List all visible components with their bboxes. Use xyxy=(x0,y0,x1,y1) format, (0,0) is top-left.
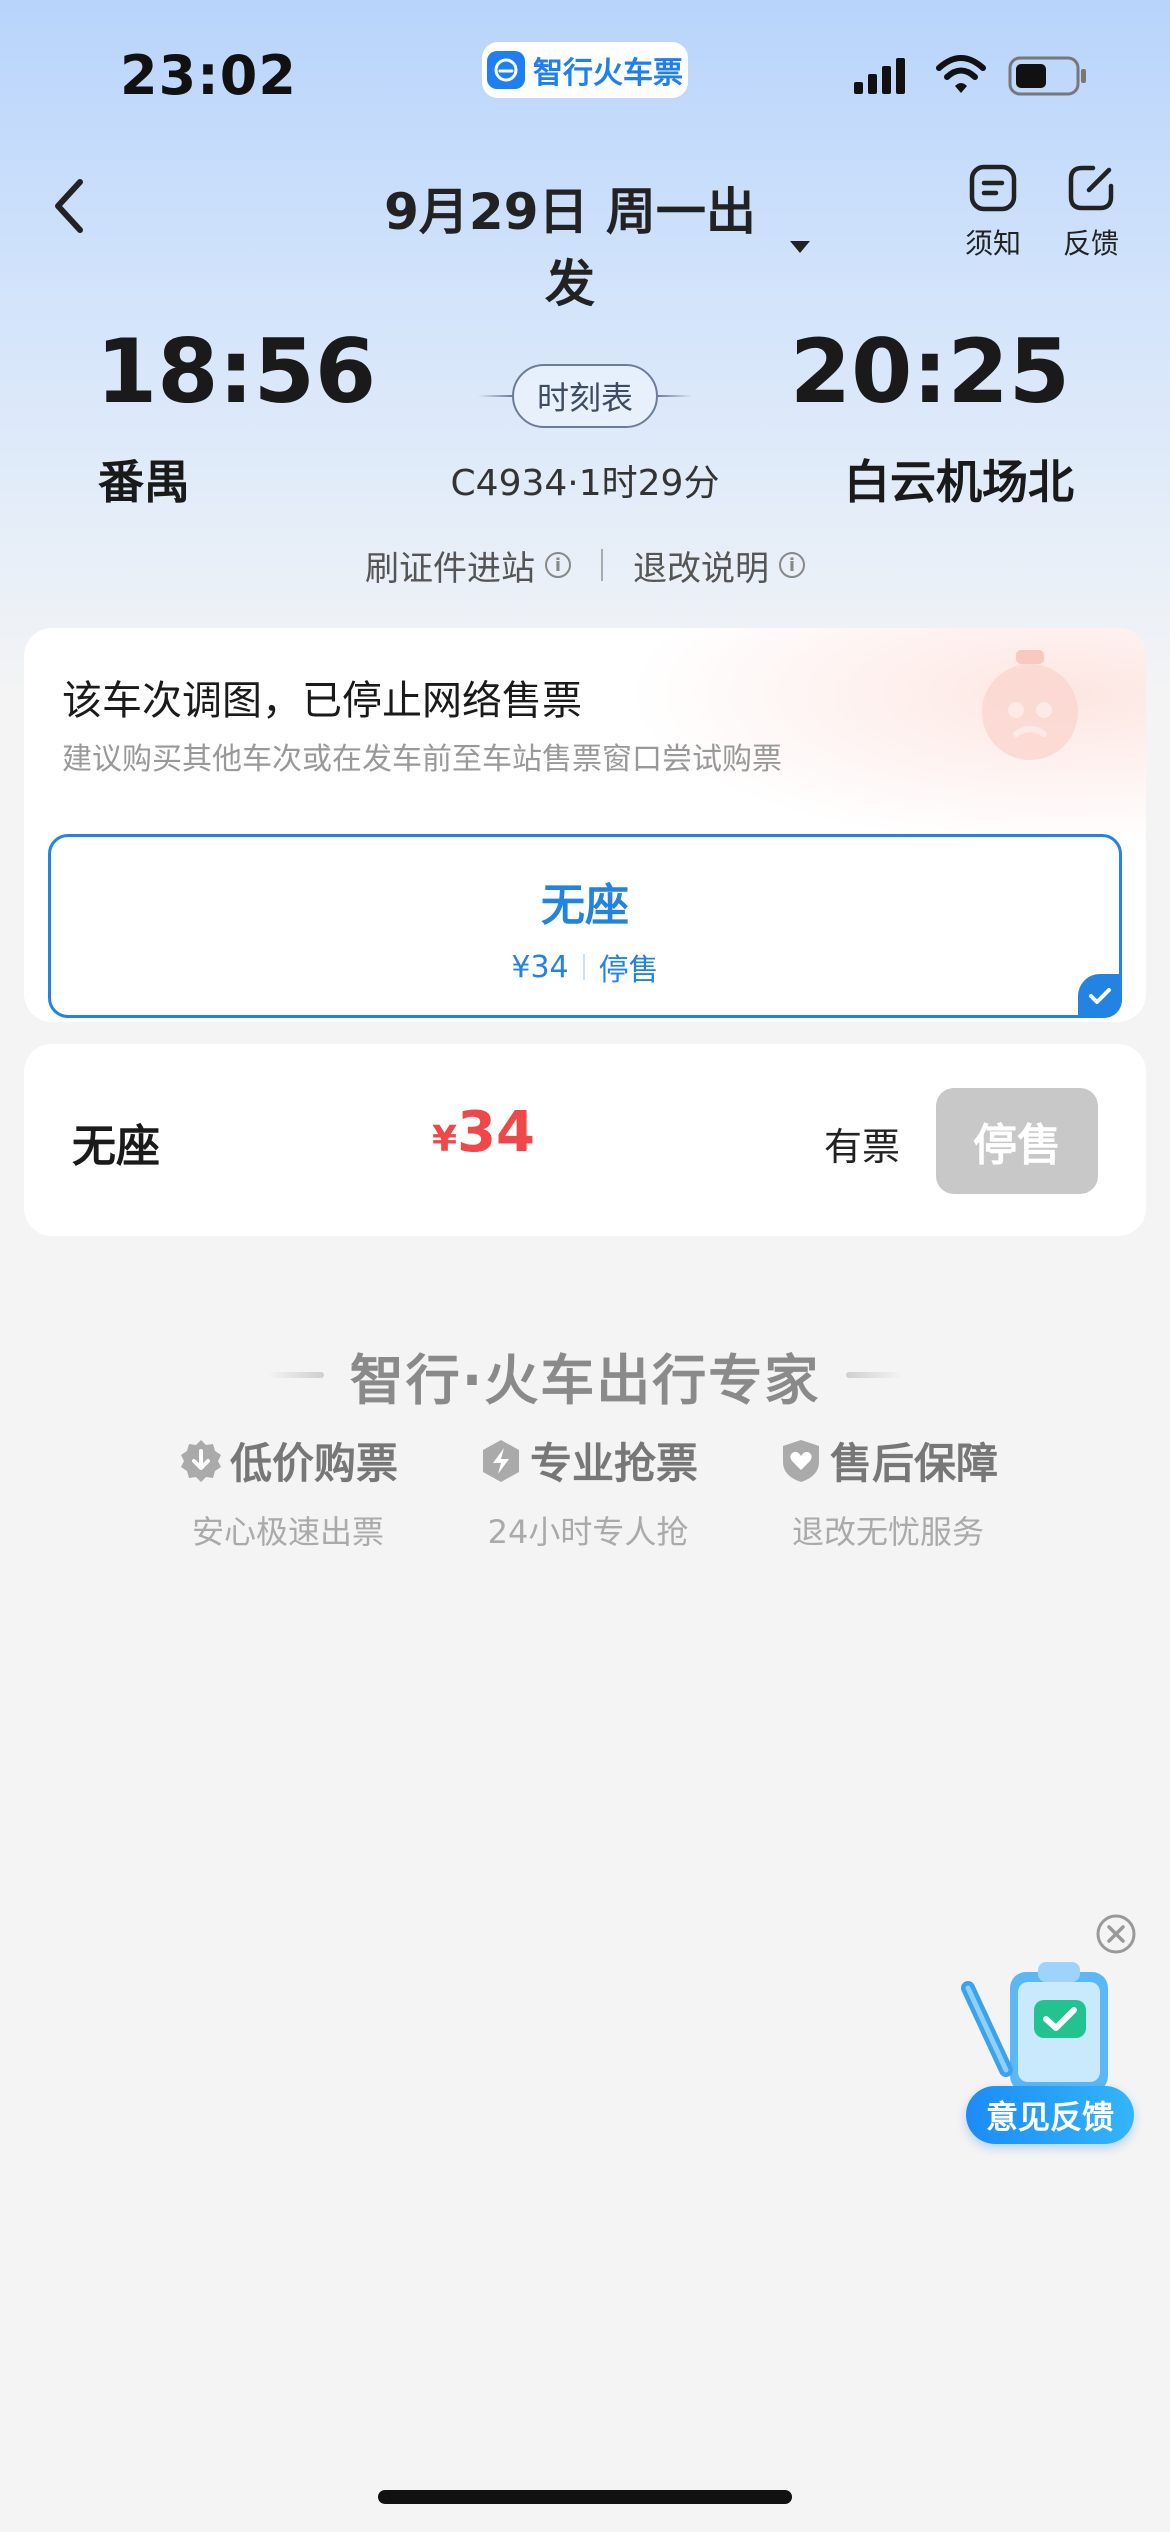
feature-desc: 退改无忧服务 xyxy=(791,1513,984,1551)
train-info: C4934·1时29分 xyxy=(450,463,720,504)
notice-label: 须知 xyxy=(964,227,1021,260)
status-time: 23:02 xyxy=(120,44,297,107)
date-selector[interactable]: 9月29日 周一出发 xyxy=(360,172,810,316)
check-icon xyxy=(1078,974,1122,1018)
seat-option-name: 无座 xyxy=(541,880,629,931)
schedule-line-right xyxy=(658,395,692,397)
feature-title: 专业抢票 xyxy=(529,1439,698,1488)
departure-time: 18:56 xyxy=(96,320,377,423)
edit-icon xyxy=(1068,165,1114,211)
departure-station: 番禺 xyxy=(98,455,190,509)
app-logo-icon xyxy=(487,51,525,89)
notice-doc-icon xyxy=(969,164,1017,212)
feature-title: 低价购票 xyxy=(229,1439,398,1488)
id-entry-link[interactable]: 刷证件进站 i xyxy=(365,541,571,590)
availability-text: 有票 xyxy=(824,1125,901,1169)
feature-head: 售后保障 xyxy=(738,1430,1038,1491)
divider xyxy=(601,549,603,581)
feedback-button[interactable]: 反馈 xyxy=(1046,162,1136,262)
seat-option-meta: ¥34 停售 xyxy=(51,945,1119,989)
feedback-pill-label: 意见反馈 xyxy=(966,2086,1134,2144)
feature-item: 低价购票 安心极速出票 xyxy=(138,1430,438,1553)
seat-row: 无座 ¥34 有票 停售 xyxy=(24,1044,1146,1236)
seat-option-status: 停售 xyxy=(598,953,659,988)
heart-shield-icon xyxy=(782,1439,819,1482)
seat-price: ¥34 xyxy=(432,1100,535,1165)
feature-head: 专业抢票 xyxy=(438,1430,738,1491)
divider xyxy=(582,954,585,980)
app-badge[interactable]: 智行火车票 xyxy=(482,42,688,98)
feature-item: 专业抢票 24小时专人抢 xyxy=(438,1430,738,1553)
nav-title-text: 9月29日 周一出发 xyxy=(384,183,756,313)
home-indicator xyxy=(378,2490,792,2504)
feature-desc: 24小时专人抢 xyxy=(487,1513,689,1551)
refund-info-label: 退改说明 xyxy=(633,548,769,589)
selected-seat-option[interactable]: 无座 ¥34 停售 xyxy=(48,834,1122,1018)
feature-head: 低价购票 xyxy=(138,1430,438,1491)
feature-item: 售后保障 退改无忧服务 xyxy=(738,1430,1038,1553)
seat-type-name: 无座 xyxy=(72,1121,160,1172)
schedule-wrap: 时刻表 xyxy=(478,360,692,432)
schedule-button[interactable]: 时刻表 xyxy=(512,364,658,428)
battery-icon xyxy=(1008,56,1088,100)
info-icon: i xyxy=(779,552,805,578)
notice-title: 该车次调图，已停止网络售票 xyxy=(62,678,582,724)
schedule-line-left xyxy=(478,395,512,397)
feedback-label: 反馈 xyxy=(1062,227,1119,260)
floating-feedback-widget[interactable]: 意见反馈 xyxy=(958,1952,1138,2152)
brand-title-row: 智行·火车出行专家 xyxy=(0,1340,1170,1412)
info-links: 刷证件进站 i 退改说明 i xyxy=(0,540,1170,590)
refund-info-link[interactable]: 退改说明 i xyxy=(633,541,805,590)
caret-down-icon xyxy=(790,241,810,253)
brand-dash-right xyxy=(846,1372,903,1378)
wifi-icon xyxy=(936,52,986,100)
sale-stopped-notice-card: 该车次调图，已停止网络售票 建议购买其他车次或在发车前至车站售票窗口尝试购票 无… xyxy=(24,628,1146,1022)
price-value: 34 xyxy=(457,1100,535,1165)
brand-title: 智行·火车出行专家 xyxy=(349,1348,821,1412)
lightning-shield-icon xyxy=(482,1439,519,1482)
feature-list: 低价购票 安心极速出票 专业抢票 24小时专人抢 售后保障 退改无忧服务 xyxy=(0,1430,1170,1560)
arrival-time: 20:25 xyxy=(789,320,1070,423)
arrival-station: 白云机场北 xyxy=(844,455,1074,509)
feature-desc: 安心极速出票 xyxy=(191,1513,384,1551)
nav-bar: 9月29日 周一出发 须知 反馈 xyxy=(0,150,1170,313)
stopwatch-illustration-icon xyxy=(960,638,1100,772)
id-entry-label: 刷证件进站 xyxy=(365,548,535,589)
feature-title: 售后保障 xyxy=(829,1439,998,1488)
stop-sale-button[interactable]: 停售 xyxy=(936,1088,1098,1194)
info-icon: i xyxy=(545,552,571,578)
brand-dash-left xyxy=(267,1372,324,1378)
notice-subtitle: 建议购买其他车次或在发车前至车站售票窗口尝试购票 xyxy=(62,742,782,777)
notice-button[interactable]: 须知 xyxy=(948,162,1038,262)
seat-option-price: ¥34 xyxy=(511,949,569,985)
status-bar: 23:02 智行火车票 xyxy=(0,0,1170,150)
download-badge-icon xyxy=(180,1439,221,1482)
clipboard-check-icon xyxy=(961,1962,1108,2092)
currency-symbol: ¥ xyxy=(432,1119,458,1160)
back-button[interactable] xyxy=(38,174,102,238)
app-badge-label: 智行火车票 xyxy=(533,56,683,91)
ticket-detail-page: 23:02 智行火车票 9月29日 周一出发 须知 反馈 18:56 番禺 时刻… xyxy=(0,0,1170,2532)
cellular-signal-icon xyxy=(852,56,912,100)
chevron-left-icon xyxy=(55,179,83,233)
